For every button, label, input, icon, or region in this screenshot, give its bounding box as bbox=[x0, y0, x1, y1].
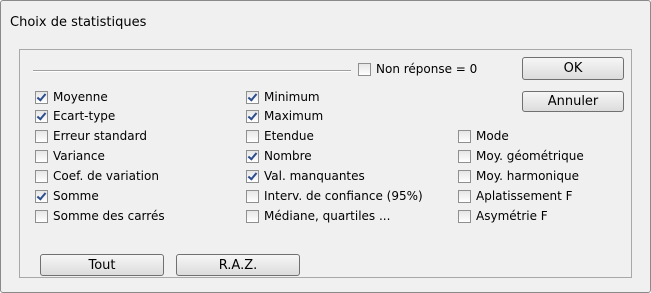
checkbox-moy-harmonique[interactable]: Moy. harmonique bbox=[458, 168, 579, 184]
checkbox-label: Interv. de confiance (95%) bbox=[264, 189, 423, 203]
checkbox-box[interactable] bbox=[35, 129, 48, 143]
checkbox-label: Maximum bbox=[264, 109, 324, 123]
checkbox-variance[interactable]: Variance bbox=[35, 148, 105, 164]
checkbox-box[interactable] bbox=[246, 169, 259, 183]
checkbox-etendue[interactable]: Etendue bbox=[246, 128, 314, 144]
checkbox-label: Nombre bbox=[264, 149, 312, 163]
checkbox-box[interactable] bbox=[246, 90, 259, 104]
checkbox-label: Somme des carrés bbox=[53, 209, 165, 223]
checkbox-label: Erreur standard bbox=[53, 129, 147, 143]
checkbox-nombre[interactable]: Nombre bbox=[246, 148, 312, 164]
checkbox-mode[interactable]: Mode bbox=[458, 128, 509, 144]
checkbox-box[interactable] bbox=[35, 149, 48, 163]
checkbox-maximum[interactable]: Maximum bbox=[246, 108, 323, 124]
checkbox-label: Minimum bbox=[264, 90, 320, 104]
checkbox-label: Mode bbox=[476, 129, 509, 143]
non-reponse-label: Non réponse = 0 bbox=[376, 62, 478, 76]
non-reponse-checkbox[interactable]: Non réponse = 0 bbox=[358, 61, 477, 77]
annuler-button[interactable]: Annuler bbox=[522, 91, 624, 112]
checkbox-label: Asymétrie F bbox=[476, 209, 548, 223]
checkbox-label: Aplatissement F bbox=[476, 189, 573, 203]
checkbox-mediane-quartiles[interactable]: Médiane, quartiles ... bbox=[246, 208, 390, 224]
checkbox-box[interactable] bbox=[35, 209, 48, 223]
checkbox-box[interactable] bbox=[458, 129, 471, 143]
checkbox-box[interactable] bbox=[458, 169, 471, 183]
checkbox-box[interactable] bbox=[35, 90, 48, 104]
checkbox-box[interactable] bbox=[246, 189, 259, 203]
checkbox-val-manquantes[interactable]: Val. manquantes bbox=[246, 168, 365, 184]
checkbox-label: Médiane, quartiles ... bbox=[264, 209, 391, 223]
checkbox-box[interactable] bbox=[458, 189, 471, 203]
checkbox-label: Moyenne bbox=[53, 90, 108, 104]
checkbox-coef-variation[interactable]: Coef. de variation bbox=[35, 168, 159, 184]
checkbox-box[interactable] bbox=[246, 109, 259, 123]
ok-button[interactable]: OK bbox=[522, 57, 624, 80]
checkbox-box[interactable] bbox=[246, 209, 259, 223]
checkbox-moyenne[interactable]: Moyenne bbox=[35, 89, 108, 105]
separator-line bbox=[33, 70, 351, 72]
checkbox-label: Somme bbox=[53, 189, 99, 203]
checkbox-asymetrie[interactable]: Asymétrie F bbox=[458, 208, 548, 224]
checkbox-moy-geometrique[interactable]: Moy. géométrique bbox=[458, 148, 584, 164]
checkbox-interv-confiance[interactable]: Interv. de confiance (95%) bbox=[246, 188, 423, 204]
checkbox-box[interactable] bbox=[35, 189, 48, 203]
checkbox-box[interactable] bbox=[35, 169, 48, 183]
checkbox-label: Ecart-type bbox=[53, 109, 116, 123]
checkbox-aplatissement[interactable]: Aplatissement F bbox=[458, 188, 573, 204]
checkbox-somme-carres[interactable]: Somme des carrés bbox=[35, 208, 165, 224]
checkbox-label: Moy. géométrique bbox=[476, 149, 584, 163]
checkbox-minimum[interactable]: Minimum bbox=[246, 89, 320, 105]
checkbox-label: Val. manquantes bbox=[264, 169, 365, 183]
checkbox-box[interactable] bbox=[458, 149, 471, 163]
checkbox-erreur-standard[interactable]: Erreur standard bbox=[35, 128, 147, 144]
dialog-title: Choix de statistiques bbox=[10, 15, 147, 30]
checkbox-label: Coef. de variation bbox=[53, 169, 159, 183]
checkbox-label: Etendue bbox=[264, 129, 314, 143]
checkbox-label: Moy. harmonique bbox=[476, 169, 579, 183]
non-reponse-box[interactable] bbox=[358, 62, 371, 76]
checkbox-box[interactable] bbox=[246, 129, 259, 143]
checkbox-box[interactable] bbox=[246, 149, 259, 163]
checkbox-ecart-type[interactable]: Ecart-type bbox=[35, 108, 115, 124]
checkbox-box[interactable] bbox=[35, 109, 48, 123]
checkbox-somme[interactable]: Somme bbox=[35, 188, 99, 204]
raz-button[interactable]: R.A.Z. bbox=[176, 254, 300, 276]
checkbox-box[interactable] bbox=[458, 209, 471, 223]
checkbox-label: Variance bbox=[53, 149, 105, 163]
tout-button[interactable]: Tout bbox=[40, 254, 164, 276]
